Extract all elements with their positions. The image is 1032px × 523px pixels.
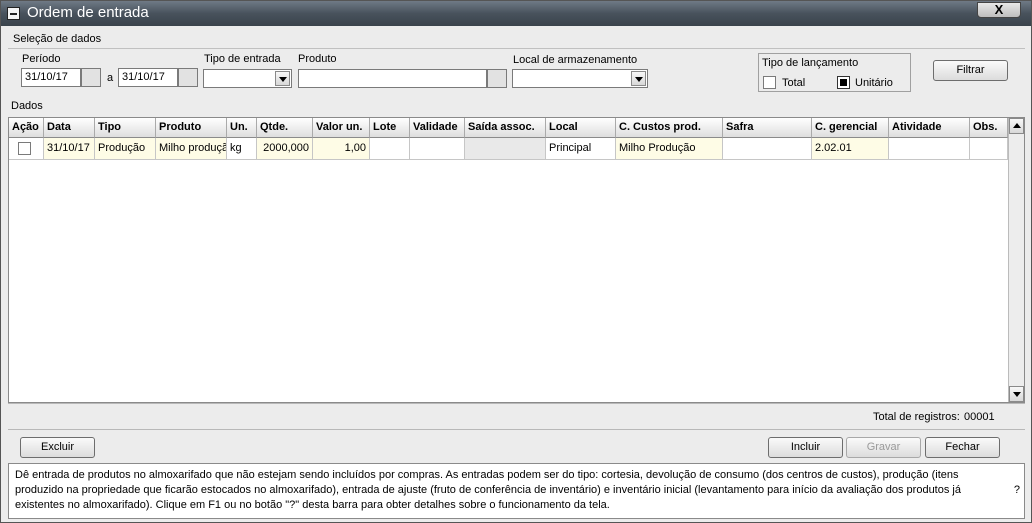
cell-data[interactable]: 31/10/17: [44, 138, 95, 160]
period-to-calendar-button[interactable]: [178, 68, 198, 87]
period-to-input[interactable]: 31/10/17: [118, 68, 178, 87]
scroll-down-icon[interactable]: [1009, 386, 1024, 402]
column-header-validade[interactable]: Validade: [410, 118, 465, 138]
cell-valor-un[interactable]: 1,00: [313, 138, 370, 160]
column-header-tipo[interactable]: Tipo: [95, 118, 156, 138]
launch-unit-label: Unitário: [855, 77, 893, 89]
entry-type-label: Tipo de entrada: [204, 53, 281, 65]
column-header-un[interactable]: Un.: [227, 118, 257, 138]
main-window: Ordem de entrada X Seleção de dados Perí…: [0, 0, 1032, 523]
cell-un[interactable]: kg: [227, 138, 257, 160]
launch-total-option[interactable]: [763, 76, 776, 89]
column-header-safra[interactable]: Safra: [723, 118, 812, 138]
column-header-qtde[interactable]: Qtde.: [257, 118, 313, 138]
column-header-lote[interactable]: Lote: [370, 118, 410, 138]
column-header-local[interactable]: Local: [546, 118, 616, 138]
chevron-down-icon[interactable]: [275, 71, 290, 86]
launch-unit-option[interactable]: [837, 76, 850, 89]
entries-table: Ação Data Tipo Produto Un. Qtde. Valor un. Lote…: [8, 117, 1025, 403]
cell-acao[interactable]: [9, 138, 44, 160]
storage-location-label: Local de armazenamento: [513, 54, 638, 66]
storage-location-select[interactable]: [512, 69, 648, 88]
cell-safra[interactable]: [723, 138, 812, 160]
scroll-up-icon[interactable]: [1009, 118, 1024, 134]
cell-qtde[interactable]: 2000,000: [257, 138, 313, 160]
title-bar: Ordem de entrada X: [1, 1, 1031, 26]
data-section-label: Dados: [11, 100, 43, 112]
cell-validade[interactable]: [410, 138, 465, 160]
cell-local[interactable]: Principal: [546, 138, 616, 160]
row-action-checkbox[interactable]: [18, 142, 31, 155]
cell-atividade[interactable]: [889, 138, 970, 160]
column-header-c-custos-prod[interactable]: C. Custos prod.: [616, 118, 723, 138]
column-header-atividade[interactable]: Atividade: [889, 118, 970, 138]
help-button[interactable]: ?: [1014, 484, 1020, 496]
entry-type-select[interactable]: [203, 69, 292, 88]
delete-button[interactable]: Excluir: [20, 437, 95, 458]
launch-total-label: Total: [782, 77, 806, 89]
cell-obs[interactable]: [970, 138, 1008, 160]
product-lookup-button[interactable]: [487, 69, 507, 88]
cell-lote[interactable]: [370, 138, 410, 160]
selection-section-label: Seleção de dados: [13, 33, 102, 45]
product-input[interactable]: [298, 69, 487, 88]
launch-type-label: Tipo de lançamento: [762, 57, 859, 69]
close-button[interactable]: Fechar: [925, 437, 1000, 458]
period-label: Período: [22, 53, 61, 65]
period-separator-label: a: [107, 72, 114, 84]
cell-produto[interactable]: Milho produção: [156, 138, 227, 160]
filter-button[interactable]: Filtrar: [933, 60, 1008, 81]
column-header-acao[interactable]: Ação: [9, 118, 44, 138]
period-from-calendar-button[interactable]: [81, 68, 101, 87]
cell-saida-assoc[interactable]: [465, 138, 546, 160]
total-records-value: 00001: [964, 411, 995, 423]
cell-c-gerencial[interactable]: 2.02.01: [812, 138, 889, 160]
cell-tipo[interactable]: Produção: [95, 138, 156, 160]
save-button[interactable]: Gravar: [846, 437, 921, 458]
column-header-c-gerencial[interactable]: C. gerencial: [812, 118, 889, 138]
window-title: Ordem de entrada: [27, 4, 149, 21]
chevron-down-icon[interactable]: [631, 71, 646, 86]
column-header-saida-assoc[interactable]: Saída assoc.: [465, 118, 546, 138]
vertical-scrollbar[interactable]: [1008, 118, 1024, 402]
include-button[interactable]: Incluir: [768, 437, 843, 458]
close-window-button[interactable]: X: [977, 2, 1021, 18]
cell-c-custos-prod[interactable]: Milho Produção: [616, 138, 723, 160]
column-header-valor-un[interactable]: Valor un.: [313, 118, 370, 138]
help-bar: Dê entrada de produtos no almoxarifado q…: [8, 463, 1025, 519]
product-label: Produto: [298, 53, 337, 65]
system-menu-icon[interactable]: [7, 7, 20, 20]
help-text: Dê entrada de produtos no almoxarifado q…: [15, 469, 961, 511]
column-header-data[interactable]: Data: [44, 118, 95, 138]
column-header-produto[interactable]: Produto: [156, 118, 227, 138]
column-header-obs[interactable]: Obs.: [970, 118, 1008, 138]
period-from-input[interactable]: 31/10/17: [21, 68, 81, 87]
selection-separator: [8, 48, 1025, 49]
total-records-label: Total de registros:: [873, 411, 960, 423]
